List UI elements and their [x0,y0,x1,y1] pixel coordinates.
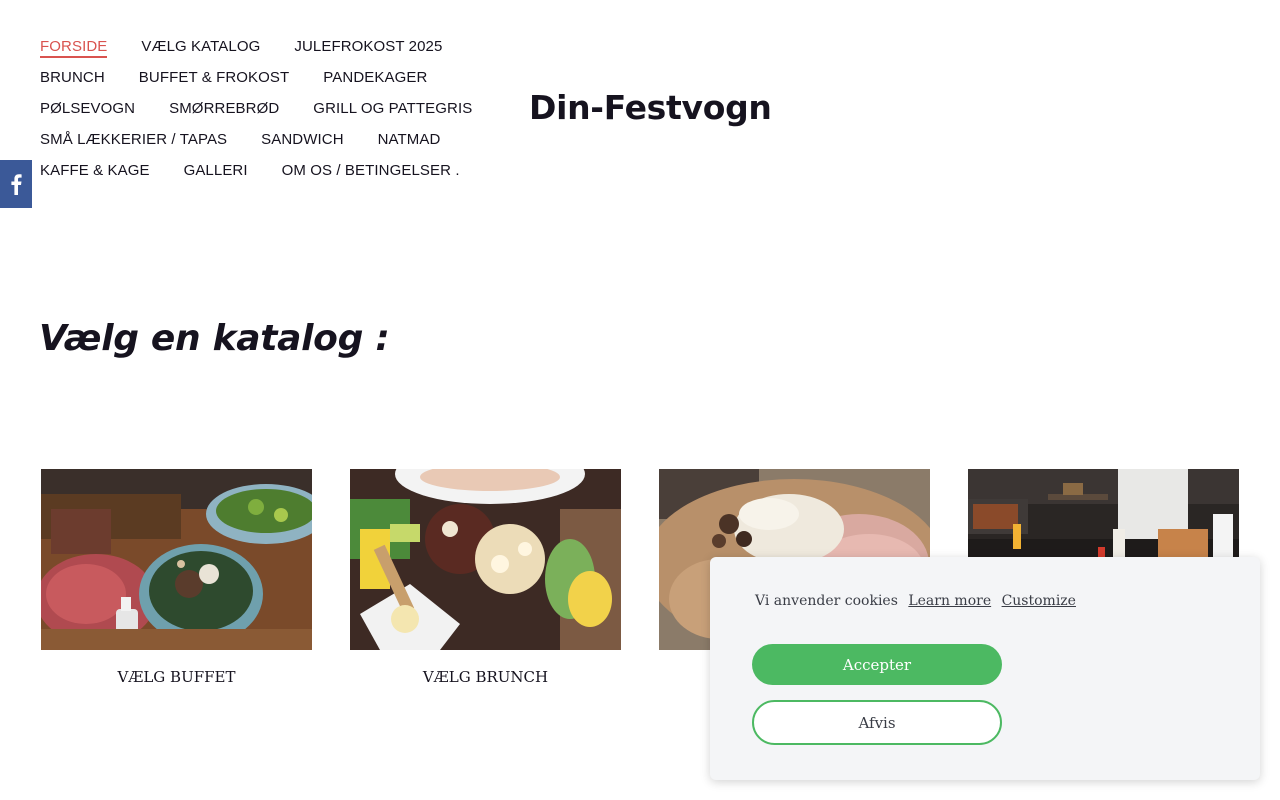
tile-caption[interactable]: VÆLG BRUNCH [350,668,621,686]
facebook-icon [11,174,22,195]
nav-row: FORSIDE VÆLG KATALOG JULEFROKOST 2025 [40,36,500,67]
nav-item-buffet-frokost[interactable]: BUFFET & FROKOST [139,67,290,86]
nav-row: BRUNCH BUFFET & FROKOST PANDEKAGER [40,67,500,98]
nav-item-pandekager[interactable]: PANDEKAGER [323,67,427,86]
reject-cookies-button[interactable]: Afvis [752,700,1002,745]
nav-item-julefrokost[interactable]: JULEFROKOST 2025 [294,36,442,55]
brunch-salad-photo [350,469,621,650]
nav-item-grill-pattegris[interactable]: GRILL OG PATTEGRIS [313,98,472,117]
cookie-consent-banner: Vi anvender cookies Learn more Customize… [710,557,1260,780]
learn-more-link[interactable]: Learn more [908,593,991,609]
nav-item-natmad[interactable]: NATMAD [378,129,441,148]
nav-item-forside[interactable]: FORSIDE [40,36,108,58]
nav-item-polsevogn[interactable]: PØLSEVOGN [40,98,135,117]
buffet-platters-photo [41,469,312,650]
nav-row: SMÅ LÆKKERIER / TAPAS SANDWICH NATMAD [40,129,500,160]
cookie-message: Vi anvender cookies Learn more Customize [755,593,1076,609]
accept-cookies-button[interactable]: Accepter [752,644,1002,685]
nav-item-om-os[interactable]: OM OS / BETINGELSER . [282,160,460,179]
tile-caption[interactable]: VÆLG BUFFET [41,668,312,686]
customize-link[interactable]: Customize [1002,593,1076,609]
nav-item-vaelg-katalog[interactable]: VÆLG KATALOG [141,36,260,55]
nav-item-kaffe-kage[interactable]: KAFFE & KAGE [40,160,150,179]
nav-item-smorrebrod[interactable]: SMØRREBRØD [169,98,279,117]
catalog-tile-buffet[interactable]: VÆLG BUFFET [41,469,312,686]
nav-row: KAFFE & KAGE GALLERI OM OS / BETINGELSER… [40,160,500,191]
nav-item-galleri[interactable]: GALLERI [184,160,248,179]
catalog-tile-brunch[interactable]: VÆLG BRUNCH [350,469,621,686]
page-heading: Vælg en katalog : [39,318,390,359]
nav-item-tapas[interactable]: SMÅ LÆKKERIER / TAPAS [40,129,227,148]
site-title[interactable]: Din-Festvogn [529,88,772,127]
facebook-share-button[interactable] [0,160,32,208]
nav-item-brunch[interactable]: BRUNCH [40,67,105,86]
nav-item-sandwich[interactable]: SANDWICH [261,129,343,148]
nav-row: PØLSEVOGN SMØRREBRØD GRILL OG PATTEGRIS [40,98,500,129]
cookie-text: Vi anvender cookies [755,593,898,609]
main-navigation: FORSIDE VÆLG KATALOG JULEFROKOST 2025 BR… [40,36,500,191]
